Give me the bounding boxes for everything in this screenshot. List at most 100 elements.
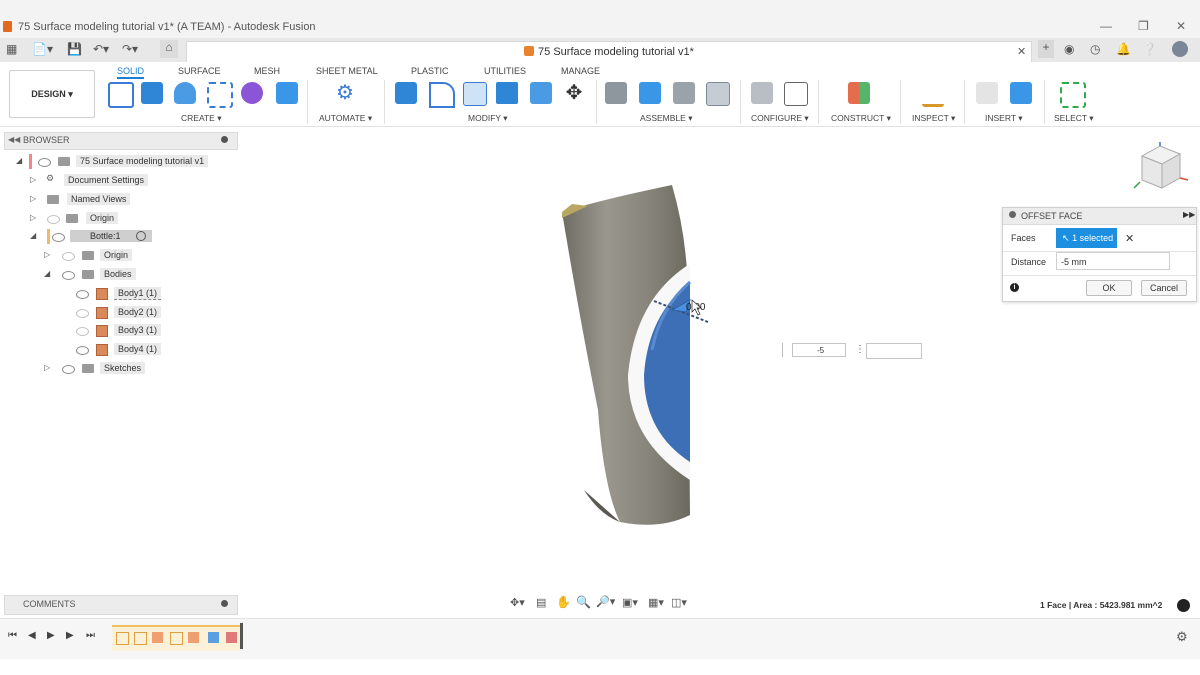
undo-icon[interactable]: ↶▾ [93, 42, 109, 56]
tab-surface[interactable]: SURFACE [178, 66, 221, 76]
expand-triangle-icon[interactable]: ▷ [30, 175, 36, 184]
close-tab-icon[interactable]: ✕ [1017, 45, 1026, 58]
new-component-icon[interactable] [605, 82, 627, 104]
tree-item-body3[interactable]: Body3 (1) [76, 323, 236, 340]
notifications-icon[interactable]: 🔔 [1116, 42, 1131, 56]
tree-item-body1[interactable]: Body1 (1) [76, 286, 236, 303]
expand-triangle-icon[interactable]: ▷ [44, 363, 50, 372]
display-settings-icon[interactable]: ▣▾ [622, 596, 638, 609]
tree-item-body2[interactable]: Body2 (1) [76, 305, 236, 322]
timeline-feature-icon[interactable] [152, 632, 163, 643]
redo-icon[interactable]: ↷▾ [122, 42, 138, 56]
tree-item-named-views[interactable]: ▷ Named Views [30, 192, 230, 209]
extrude-icon[interactable] [141, 82, 163, 104]
tab-plastic[interactable]: PLASTIC [411, 66, 449, 76]
viewports-icon[interactable]: ◫▾ [671, 596, 687, 609]
cancel-button[interactable]: Cancel [1141, 280, 1187, 296]
select-group-label[interactable]: SELECT ▾ [1054, 113, 1094, 124]
assemble-group-label[interactable]: ASSEMBLE ▾ [640, 113, 692, 124]
user-avatar[interactable] [1172, 41, 1188, 57]
visibility-eye-icon[interactable] [76, 346, 89, 355]
expand-triangle-icon[interactable]: ▷ [44, 250, 50, 259]
zoom-icon[interactable]: 🔍 [576, 595, 591, 609]
panel-pin-icon[interactable] [221, 600, 228, 607]
step-back-icon[interactable]: ◀ [28, 630, 36, 641]
insert-derive-icon[interactable] [976, 82, 998, 104]
restore-icon[interactable]: ❐ [1138, 19, 1149, 33]
tab-manage[interactable]: MANAGE [561, 66, 600, 76]
press-pull-icon[interactable] [395, 82, 417, 104]
visibility-eye-icon[interactable] [62, 365, 75, 374]
dialog-header[interactable]: OFFSET FACE ▶▶ [1003, 208, 1196, 225]
panel-pin-icon[interactable] [221, 136, 228, 143]
grid-settings-icon[interactable]: ▦▾ [648, 596, 664, 609]
tab-solid[interactable]: SOLID [117, 66, 145, 79]
tab-mesh[interactable]: MESH [254, 66, 280, 76]
expand-triangle-icon[interactable]: ▷ [30, 213, 36, 222]
tree-item-origin[interactable]: ▷ Origin [30, 211, 230, 228]
hidden-eye-icon[interactable] [47, 215, 60, 224]
shell-icon[interactable] [496, 82, 518, 104]
offset-face-icon[interactable] [530, 82, 552, 104]
joint-icon[interactable] [639, 82, 661, 104]
tree-item-bodies[interactable]: ◢ Bodies [44, 267, 234, 284]
viewport-model[interactable]: 0.00 [540, 170, 760, 590]
angle-inline-input[interactable] [866, 343, 922, 359]
move-copy-icon[interactable]: ✥ [563, 82, 585, 104]
step-forward-icon[interactable]: ▶ [66, 630, 74, 641]
expand-triangle-icon[interactable]: ▷ [30, 194, 36, 203]
insert-canvas-icon[interactable] [1010, 82, 1032, 104]
expand-dialog-icon[interactable]: ▶▶ [1183, 210, 1195, 219]
comments-panel[interactable]: COMMENTS [4, 595, 238, 615]
close-window-icon[interactable]: ✕ [1176, 19, 1186, 33]
help-icon[interactable]: ❔ [1142, 42, 1157, 56]
inspect-group-label[interactable]: INSPECT ▾ [912, 113, 955, 124]
apps-grid-icon[interactable]: ▦ [6, 42, 17, 56]
visibility-eye-icon[interactable] [38, 158, 51, 167]
timeline-marker[interactable] [240, 623, 243, 649]
fit-icon[interactable]: 🔎▾ [596, 595, 615, 608]
document-tab[interactable]: 75 Surface modeling tutorial v1* ✕ [186, 41, 1032, 62]
timeline-feature-icon[interactable] [188, 632, 199, 643]
select-icon[interactable] [1060, 82, 1086, 108]
ok-button[interactable]: OK [1086, 280, 1132, 296]
timeline-settings-icon[interactable]: ⚙ [1176, 629, 1188, 645]
tab-sheet-metal[interactable]: SHEET METAL [316, 66, 378, 76]
insert-group-label[interactable]: INSERT ▾ [985, 113, 1023, 124]
collapse-triangle-icon[interactable]: ◢ [16, 156, 22, 165]
tree-item-body4[interactable]: Body4 (1) [76, 342, 236, 359]
minimize-icon[interactable]: — [1100, 19, 1112, 33]
tree-item-document-settings[interactable]: ▷ ⚙ Document Settings [30, 173, 230, 190]
box-icon[interactable] [276, 82, 298, 104]
hidden-eye-icon[interactable] [62, 252, 75, 261]
tree-item-sketches[interactable]: ▷ Sketches [44, 361, 234, 378]
measure-icon[interactable] [922, 82, 944, 107]
revolve-icon[interactable] [174, 82, 196, 104]
modify-group-label[interactable]: MODIFY ▾ [468, 113, 508, 124]
timeline-track[interactable] [112, 625, 240, 651]
timeline-sketch-icon[interactable] [116, 632, 129, 645]
sweep-icon[interactable] [207, 82, 233, 108]
chamfer-icon[interactable] [463, 82, 487, 106]
automate-group-label[interactable]: AUTOMATE ▾ [319, 113, 372, 124]
job-status-icon[interactable]: ◷ [1090, 42, 1100, 56]
as-built-joint-icon[interactable] [673, 82, 695, 104]
visibility-eye-icon[interactable] [76, 290, 89, 299]
activate-radio-icon[interactable] [136, 231, 146, 241]
collapse-panel-icon[interactable]: ◀◀ [8, 135, 20, 144]
workspace-switcher-button[interactable]: DESIGN ▾ [9, 70, 95, 118]
tree-item-bottle[interactable]: ◢ Bottle:1 [30, 229, 230, 246]
save-icon[interactable]: 💾 [67, 42, 82, 56]
extensions-icon[interactable]: ◉ [1064, 42, 1074, 56]
collapse-triangle-icon[interactable]: ◢ [30, 231, 36, 240]
faces-selection-chip[interactable]: ↖ 1 selected [1056, 228, 1117, 248]
new-tab-icon[interactable]: + [1038, 40, 1054, 58]
hidden-eye-icon[interactable] [76, 309, 89, 318]
tree-item-document[interactable]: ◢ 75 Surface modeling tutorial v1 [16, 154, 236, 171]
info-icon[interactable]: i [1010, 283, 1019, 292]
collapse-triangle-icon[interactable]: ◢ [44, 269, 50, 278]
distance-inline-input[interactable]: -5 [792, 343, 846, 357]
view-cube[interactable] [1132, 142, 1190, 198]
distance-field[interactable]: -5 mm [1056, 252, 1170, 270]
pan-icon[interactable]: ✋ [556, 595, 571, 609]
